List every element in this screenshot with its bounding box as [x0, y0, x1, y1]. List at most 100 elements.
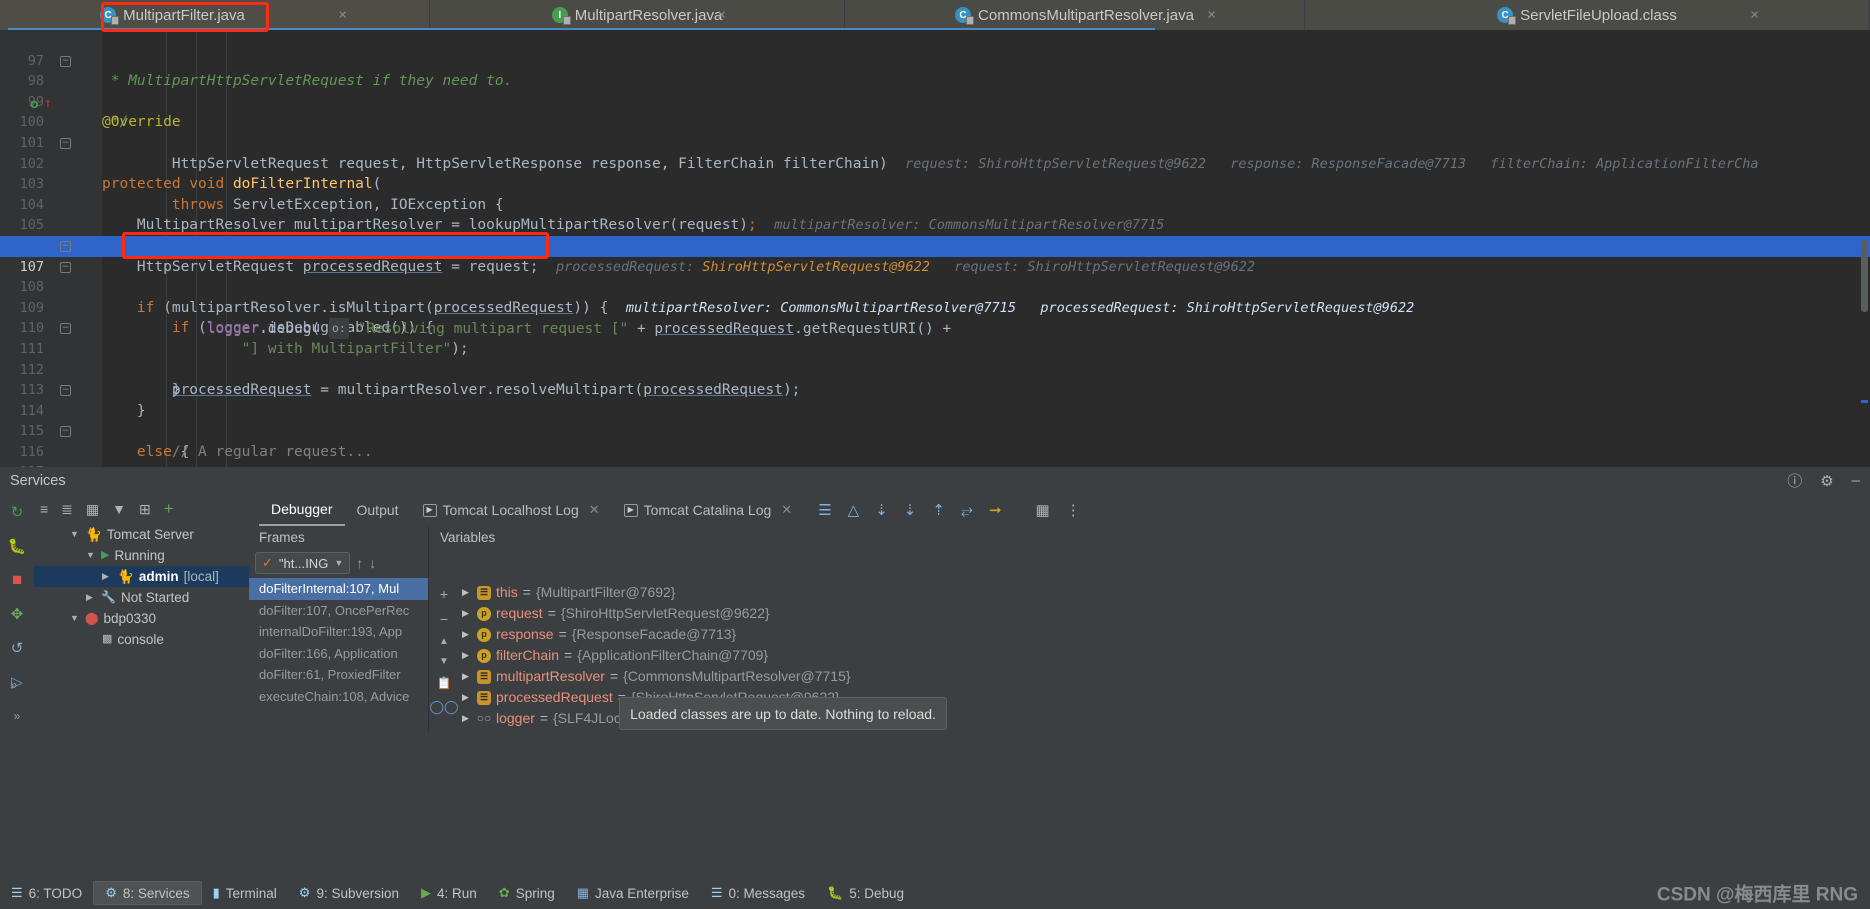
more-icon[interactable]: » [7, 706, 27, 726]
frame-row[interactable]: doFilterInternal:107, Mul [249, 578, 428, 600]
close-icon[interactable]: × [1207, 7, 1216, 24]
add-icon[interactable]: + [164, 499, 174, 519]
fold-collapse-icon[interactable]: − [60, 426, 71, 438]
frame-row[interactable]: doFilter:107, OncePerRec [249, 600, 428, 622]
editor-tab-multipartresolver[interactable]: I MultipartResolver.java × [430, 0, 845, 30]
refresh-icon[interactable]: ↺ [7, 638, 27, 658]
code-line[interactable]: 104 MultipartResolver multipartResolver … [0, 174, 1870, 234]
override-marker-icon[interactable]: O [30, 96, 42, 111]
fold-collapse-icon[interactable]: − [60, 323, 71, 335]
force-step-icon[interactable]: ⥂ [961, 502, 973, 519]
code-line-current-execution[interactable]: 107 − if (multipartResolver.isMultipart(… [0, 235, 1870, 316]
chevron-right-icon[interactable]: ▶ [462, 582, 472, 603]
editor-tab-multipartfilter[interactable]: C MultipartFilter.java × [0, 0, 430, 30]
fold-collapse-icon[interactable]: − [60, 55, 71, 67]
next-frame-icon[interactable]: ↓ [369, 555, 376, 571]
services-tree-node-not-started[interactable]: ▶ 🔧 Not Started [34, 587, 249, 608]
collapse-all-icon[interactable]: ≣ [61, 501, 73, 518]
chevron-right-icon[interactable]: ▶ [86, 587, 96, 608]
status-item-java-enterprise[interactable]: ▦ Java Enterprise [566, 882, 700, 904]
run-to-cursor-icon[interactable]: ➞ [989, 501, 1002, 519]
code-line[interactable]: 99 @Override [0, 71, 1870, 131]
tab-debugger[interactable]: Debugger [259, 495, 345, 526]
restart-icon[interactable]: ✥ [7, 604, 27, 624]
chevron-right-icon[interactable]: ▶ [462, 645, 472, 666]
copy-icon[interactable]: 📋 [437, 676, 452, 690]
inspect-icon[interactable]: ◯◯ [429, 699, 458, 715]
code-line[interactable]: 105 [0, 195, 1870, 233]
close-icon[interactable]: ✕ [589, 495, 600, 525]
variable-row[interactable]: ▶ p response = {ResponseFacade@7713} [458, 624, 1870, 645]
code-line[interactable]: 117 logger.debug( o: "Request [" + proce… [0, 442, 1870, 467]
services-tree-node-console[interactable]: ▩ console [34, 629, 249, 650]
debug-icon[interactable]: 🐛 [7, 536, 27, 556]
filter-icon[interactable]: ▼ [112, 501, 126, 517]
tab-output[interactable]: Output [345, 495, 411, 526]
gear-icon[interactable]: ⚙ [1820, 472, 1833, 490]
add-watch-icon[interactable]: + [440, 586, 448, 602]
variable-row[interactable]: ▶ p request = {ShiroHttpServletRequest@9… [458, 603, 1870, 624]
close-icon[interactable]: × [1750, 7, 1759, 24]
services-tree-node-running[interactable]: ▼ ▶ Running [34, 545, 249, 566]
mute-breakpoints-icon[interactable]: △ [848, 501, 860, 519]
step-over-icon[interactable]: ⇣ [875, 501, 888, 519]
editor-vertical-scrollbar[interactable] [1861, 240, 1868, 312]
chevron-down-icon[interactable]: ▼ [70, 608, 80, 629]
status-item-messages[interactable]: ☰ 0: Messages [700, 882, 816, 904]
code-line[interactable]: 110 "] with MultipartFilter"); [0, 298, 1870, 357]
chevron-down-icon[interactable]: ▼ [70, 524, 80, 545]
code-line[interactable]: 103 [0, 154, 1870, 192]
services-tree-node-bdp0330[interactable]: ▼ ⬤ bdp0330 [34, 608, 249, 629]
status-item-debug[interactable]: 🐛 5: Debug [816, 882, 915, 904]
code-line[interactable]: 106 HttpServletRequest processedRequest … [0, 215, 1870, 275]
status-item-subversion[interactable]: ⚙ 9: Subversion [288, 882, 410, 904]
chevron-right-icon[interactable]: ▶ [462, 666, 472, 687]
frame-row[interactable]: executeChain:108, Advice [249, 686, 428, 708]
step-out-icon[interactable]: ⇡ [932, 501, 945, 519]
frame-row[interactable]: internalDoFilter:193, App [249, 621, 428, 643]
frame-row[interactable]: doFilter:166, Application [249, 643, 428, 665]
chevron-down-icon[interactable]: ▼ [86, 545, 96, 566]
services-tree-node-tomcat-server[interactable]: ▼ 🐈 Tomcat Server [34, 524, 249, 545]
code-line[interactable]: 101 HttpServletRequest request, HttpServ… [0, 112, 1870, 172]
code-line[interactable]: 97 * MultipartHttpServletRequest if they… [0, 30, 1870, 90]
chevron-right-icon[interactable]: ▶ [462, 603, 472, 624]
chevron-right-icon[interactable]: ▶ [462, 687, 472, 708]
help-icon[interactable]: ⓘ [1787, 470, 1802, 491]
step-into-icon[interactable]: ⇣ [904, 501, 917, 519]
fold-collapse-icon[interactable]: − [60, 261, 71, 273]
chevron-right-icon[interactable]: ▶ [102, 566, 112, 587]
code-line[interactable]: 113 } [0, 360, 1870, 419]
remove-watch-icon[interactable]: − [440, 611, 448, 627]
group-by-icon[interactable]: ▦ [86, 501, 99, 518]
stop-icon[interactable]: ■ [7, 570, 27, 590]
fold-collapse-icon[interactable]: − [60, 385, 71, 397]
minimize-icon[interactable]: – [1852, 472, 1860, 489]
status-item-spring[interactable]: ✿ Spring [488, 882, 566, 904]
expand-all-icon[interactable]: ≡ [40, 501, 48, 517]
code-line[interactable]: 112 processedRequest = multipartResolver… [0, 339, 1870, 399]
code-line[interactable]: 115 // A regular request... [0, 401, 1870, 460]
code-editor[interactable]: 97 * MultipartHttpServletRequest if they… [0, 30, 1870, 467]
code-line[interactable]: 98 − */ [0, 51, 1870, 130]
status-item-terminal[interactable]: ▮ Terminal [202, 882, 288, 904]
status-item-todo[interactable]: ☰ 6: TODO [0, 882, 93, 904]
code-line[interactable]: 100 O ↑ protected void doFilterInternal( [0, 92, 1870, 192]
services-tree-node-admin[interactable]: ▶ 🐈 admin [local] [34, 566, 249, 587]
prev-frame-icon[interactable]: ↑ [356, 555, 363, 571]
variable-row[interactable]: ▶ p filterChain = {ApplicationFilterChai… [458, 645, 1870, 666]
thread-selector[interactable]: ✓ "ht...ING ▼ [255, 552, 351, 574]
down-icon[interactable]: ▼ [439, 656, 449, 667]
status-item-run[interactable]: ▶ 4: Run [410, 882, 488, 904]
code-line[interactable]: 108 − if (logger.isDebugEnabled()) { [0, 257, 1870, 336]
tab-tomcat-catalina-log[interactable]: ▶ Tomcat Catalina Log ✕ [612, 495, 805, 526]
editor-tab-commonsmultipartresolver[interactable]: C CommonsMultipartResolver.java × [845, 0, 1305, 30]
chevron-right-icon[interactable]: ▶ [462, 708, 472, 729]
evaluate-icon[interactable]: ▦ [1036, 501, 1050, 519]
status-item-services[interactable]: ⚙ 8: Services [93, 881, 202, 905]
code-line[interactable]: 111 − } [0, 318, 1870, 398]
close-icon[interactable]: × [717, 7, 726, 24]
chevron-right-icon[interactable]: ▶ [462, 624, 472, 645]
up-icon[interactable]: ▲ [439, 636, 449, 647]
code-line[interactable]: 109 logger.debug( o: "Resolving multipar… [0, 277, 1870, 339]
